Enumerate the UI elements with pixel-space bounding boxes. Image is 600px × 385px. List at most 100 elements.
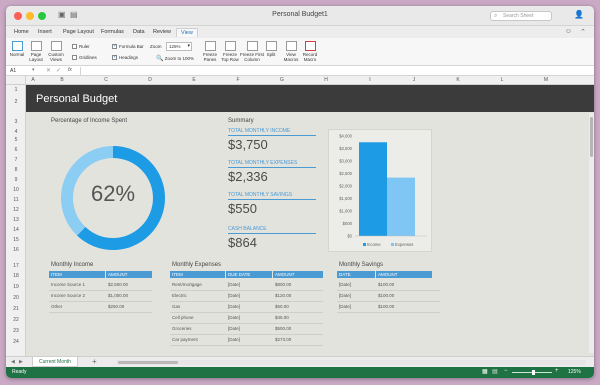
tab-view[interactable]: View [176, 28, 198, 37]
vertical-scrollbar[interactable] [589, 113, 594, 353]
column-header[interactable]: B [40, 77, 84, 83]
table-cell[interactable]: $800.00 [275, 282, 291, 287]
row-header[interactable]: 11 [6, 197, 26, 203]
name-box[interactable]: A1 [10, 68, 16, 74]
add-sheet-button[interactable]: + [92, 357, 97, 366]
row-header[interactable]: 23 [6, 328, 26, 334]
fx-button[interactable]: fx [68, 67, 72, 73]
income-col-amount[interactable]: AMOUNT [106, 271, 152, 278]
row-header[interactable]: 1 [6, 87, 26, 93]
freeze-panes-button[interactable]: Freeze Panes [200, 41, 220, 62]
formula-input[interactable] [80, 67, 588, 75]
row-header[interactable]: 4 [6, 129, 26, 135]
row-header[interactable]: 19 [6, 284, 26, 290]
savings-col-date[interactable]: DATE [337, 271, 375, 278]
table-cell[interactable]: Rent/mortgage [172, 282, 202, 287]
zoom-in-icon[interactable]: + [555, 368, 559, 374]
table-cell[interactable]: Cell phone [172, 315, 194, 320]
table-cell[interactable]: Income Source 2 [51, 293, 85, 298]
freeze-first-column-button[interactable]: Freeze First Column [240, 41, 264, 62]
zoom-select[interactable]: 125% ▾ [166, 42, 192, 51]
row-header[interactable]: 6 [6, 147, 26, 153]
table-cell[interactable]: $120.00 [275, 293, 291, 298]
column-header[interactable]: K [436, 77, 480, 83]
column-header[interactable]: H [304, 77, 348, 83]
column-header[interactable]: I [348, 77, 392, 83]
row-header[interactable]: 14 [6, 227, 26, 233]
row-header[interactable]: 20 [6, 295, 26, 301]
page-layout-view-button[interactable]: Page Layout [28, 41, 44, 62]
tab-home[interactable]: Home [10, 28, 33, 36]
normal-view-status-icon[interactable]: ▦ [482, 368, 488, 375]
table-cell[interactable]: [Date] [228, 293, 240, 298]
tab-data[interactable]: Data [129, 28, 149, 36]
page-layout-status-icon[interactable]: ▤ [492, 368, 498, 375]
tab-page-layout[interactable]: Page Layout [59, 28, 98, 36]
table-cell[interactable]: [Date] [228, 315, 240, 320]
row-header[interactable]: 9 [6, 177, 26, 183]
row-header[interactable]: 8 [6, 167, 26, 173]
tab-review[interactable]: Review [149, 28, 175, 36]
freeze-top-row-button[interactable]: Freeze Top Row [220, 41, 240, 62]
worksheet[interactable]: Personal Budget Percentage of Income Spe… [26, 85, 594, 362]
enter-formula-icon[interactable]: ✓ [56, 67, 61, 74]
table-cell[interactable]: $500.00 [275, 326, 291, 331]
column-header[interactable]: M [524, 77, 568, 83]
row-header[interactable]: 15 [6, 237, 26, 243]
ruler-checkbox[interactable]: Ruler [72, 44, 90, 50]
expenses-col-item[interactable]: ITEM [170, 271, 225, 278]
bar-income[interactable] [359, 142, 387, 236]
scrollbar-thumb[interactable] [590, 117, 593, 157]
row-header[interactable]: 18 [6, 273, 26, 279]
row-header[interactable]: 7 [6, 157, 26, 163]
column-header[interactable]: J [392, 77, 436, 83]
table-cell[interactable]: $100.00 [378, 304, 394, 309]
column-header[interactable]: E [172, 77, 216, 83]
table-cell[interactable]: Gas [172, 304, 180, 309]
horizontal-scrollbar[interactable] [116, 360, 586, 365]
tab-formulas[interactable]: Formulas [97, 28, 128, 36]
custom-views-button[interactable]: Custom Views [47, 41, 65, 62]
row-header[interactable]: 5 [6, 137, 26, 143]
table-cell[interactable]: [Date] [228, 282, 240, 287]
column-header[interactable]: G [260, 77, 304, 83]
expenses-col-amount[interactable]: AMOUNT [273, 271, 323, 278]
prev-sheet-icon[interactable]: ◀ [11, 359, 15, 365]
table-cell[interactable]: [Date] [339, 304, 351, 309]
table-cell[interactable]: [Date] [339, 293, 351, 298]
table-cell[interactable]: [Date] [228, 337, 240, 342]
column-header[interactable]: D [128, 77, 172, 83]
cancel-formula-icon[interactable]: ✕ [46, 67, 51, 74]
table-cell[interactable]: $250.00 [108, 304, 124, 309]
table-cell[interactable]: $1,000.00 [108, 293, 128, 298]
summary-chart[interactable]: $4,000 $3,500 $3,000 $2,500 $2,000 $1,500 $1,0… [328, 129, 432, 252]
zoom-to-100-button[interactable]: 🔍 Zoom to 100% [156, 55, 194, 62]
table-cell[interactable]: $273.00 [275, 337, 291, 342]
row-header[interactable]: 10 [6, 187, 26, 193]
zoom-slider-knob[interactable] [532, 370, 535, 375]
row-header[interactable]: 22 [6, 317, 26, 323]
formula-bar-checkbox[interactable]: Formula Bar [112, 43, 144, 50]
view-macros-button[interactable]: View Macros [282, 41, 300, 62]
table-cell[interactable]: Groceries [172, 326, 192, 331]
zoom-out-icon[interactable]: − [504, 368, 508, 374]
sheet-tab-current-month[interactable]: Current Month [32, 357, 78, 367]
row-header[interactable]: 16 [6, 247, 26, 253]
income-col-item[interactable]: ITEM [49, 271, 105, 278]
table-cell[interactable]: Car payment [172, 337, 198, 342]
row-header[interactable]: 3 [6, 119, 26, 125]
row-header[interactable]: 13 [6, 217, 26, 223]
column-header[interactable]: F [216, 77, 260, 83]
table-cell[interactable]: $100.00 [378, 282, 394, 287]
collapse-ribbon-icon[interactable]: ⌃ [580, 28, 586, 36]
row-header[interactable]: 2 [6, 99, 26, 105]
select-all-corner[interactable] [6, 76, 26, 85]
record-macro-button[interactable]: Record Macro [301, 41, 319, 62]
normal-view-button[interactable]: Normal [9, 41, 25, 57]
zoom-slider[interactable] [512, 370, 552, 375]
share-user-icon[interactable]: 👤 [574, 10, 584, 19]
horizontal-scrollbar-thumb[interactable] [118, 361, 178, 364]
table-cell[interactable]: [Date] [228, 326, 240, 331]
column-header[interactable]: L [480, 77, 524, 83]
row-header[interactable]: 21 [6, 306, 26, 312]
